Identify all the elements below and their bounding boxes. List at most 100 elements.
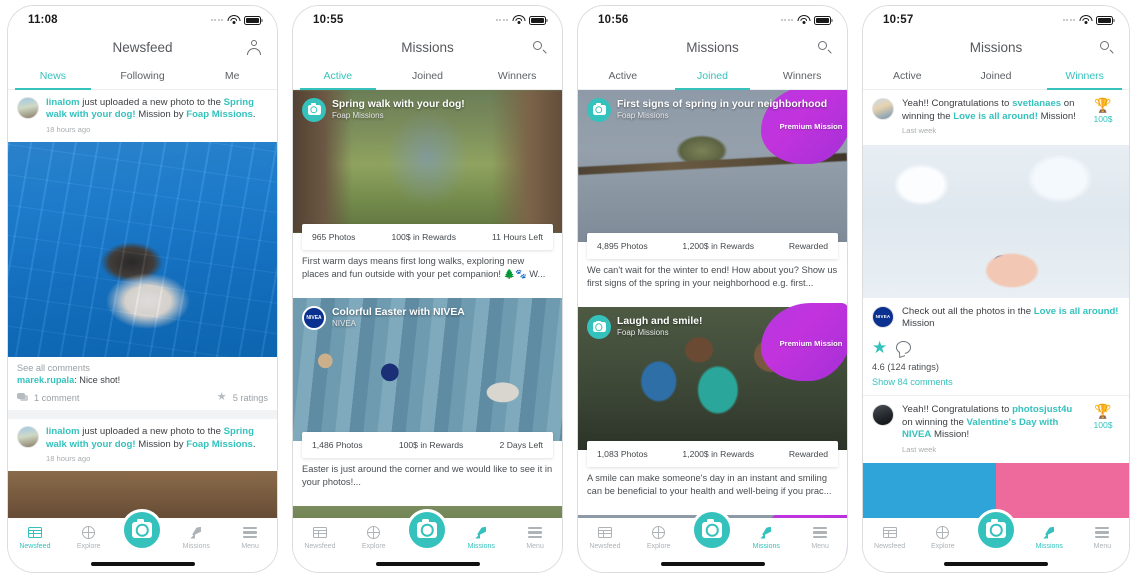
hamburger-icon xyxy=(1095,525,1110,540)
tabbar-item-missions[interactable]: Missions xyxy=(454,525,508,550)
status-bar: 10:56 xyxy=(578,6,847,32)
signal-dots-icon xyxy=(495,19,508,21)
star-icon: ★ xyxy=(216,391,227,404)
home-indicator xyxy=(944,562,1048,566)
missions-scroll-area[interactable]: Spring walk with your dog! Foap Missions… xyxy=(293,90,562,572)
mission-logo xyxy=(587,315,611,340)
winner-post[interactable]: Yeah!! Congratulations to photosjust4u o… xyxy=(863,395,1129,524)
avatar[interactable] xyxy=(872,403,894,426)
post-username[interactable]: linalom xyxy=(46,426,80,437)
tab-active[interactable]: Active xyxy=(293,62,383,90)
comment-username[interactable]: marek.rupala xyxy=(17,375,74,385)
rocket-icon xyxy=(474,525,488,540)
camera-button[interactable] xyxy=(121,509,164,551)
tabbar-item-explore[interactable]: Explore xyxy=(632,525,686,550)
rocket-icon xyxy=(759,525,773,540)
post-brand-link[interactable]: Foap Missions xyxy=(186,109,253,120)
winners-scroll-area[interactable]: Yeah!! Congratulations to svetlanaes on … xyxy=(863,90,1129,572)
feed-scroll-area[interactable]: linalom just uploaded a new photo to the… xyxy=(8,90,277,572)
tabbar-item-menu[interactable]: Menu xyxy=(793,525,847,550)
ratings-group[interactable]: ★ 5 ratings xyxy=(217,392,268,403)
tabbar-item-newsfeed[interactable]: Newsfeed xyxy=(8,525,62,550)
post-text-3: . xyxy=(252,109,256,121)
battery-icon xyxy=(1096,15,1115,25)
tab-winners[interactable]: Winners xyxy=(757,62,847,89)
avatar[interactable] xyxy=(17,426,39,449)
feed-post[interactable]: linalom just uploaded a new photo to the… xyxy=(8,90,277,411)
rate-star-icon[interactable]: ★ xyxy=(872,339,887,356)
tabbar-item-explore[interactable]: Explore xyxy=(62,525,116,550)
tabbar-item-menu[interactable]: Menu xyxy=(1076,525,1129,550)
missions-scroll-area[interactable]: Premium Mission First signs of spring in… xyxy=(578,90,847,572)
caption-post: Mission xyxy=(902,318,935,330)
caption-mission-link[interactable]: Love is all around! xyxy=(1034,306,1119,317)
search-button[interactable] xyxy=(530,38,548,56)
device-screen: 10:57 Missions Active Joined Winners Yea… xyxy=(863,6,1129,572)
mission-header: Spring walk with your dog! Foap Missions xyxy=(302,98,465,122)
mission-sponsor: Foap Missions xyxy=(332,111,384,120)
winner-actions: ★ xyxy=(863,333,1129,356)
winner-rating: 4.6 (124 ratings) xyxy=(872,361,939,372)
tab-active[interactable]: Active xyxy=(863,62,952,89)
camera-button[interactable] xyxy=(691,509,734,551)
tabbar-item-newsfeed[interactable]: Newsfeed xyxy=(293,525,347,550)
mission-card[interactable]: Premium Mission Laugh and smile! Foap Mi… xyxy=(578,303,847,508)
nav-bar: Missions xyxy=(578,32,847,62)
post-header: linalom just uploaded a new photo to the… xyxy=(8,419,277,471)
show-comments-link[interactable]: Show 84 comments xyxy=(863,372,1129,395)
winner-photo[interactable] xyxy=(863,144,1129,298)
winner-mission-link[interactable]: Love is all around! xyxy=(953,111,1038,122)
winner-username[interactable]: photosjust4u xyxy=(1012,404,1072,415)
tabbar-item-missions[interactable]: Missions xyxy=(169,525,223,550)
mission-title: Laugh and smile! xyxy=(617,316,703,328)
winner-post[interactable]: Yeah!! Congratulations to svetlanaes on … xyxy=(863,90,1129,396)
mission-card[interactable]: NIVEA Colorful Easter with NIVEA NIVEA 1… xyxy=(293,298,562,499)
mission-card[interactable]: Spring walk with your dog! Foap Missions… xyxy=(293,90,562,291)
tab-joined[interactable]: Joined xyxy=(383,62,473,89)
status-time: 11:08 xyxy=(28,14,58,26)
mission-status: 11 Hours Left xyxy=(492,232,543,242)
post-brand-link[interactable]: Foap Missions xyxy=(186,439,253,450)
tab-news[interactable]: News xyxy=(8,62,98,90)
tab-joined[interactable]: Joined xyxy=(952,62,1041,89)
post-photo[interactable] xyxy=(8,142,277,358)
tab-winners[interactable]: Winners xyxy=(1040,62,1129,90)
comment-bubble-icon[interactable] xyxy=(896,340,912,354)
comment-count: 1 comment xyxy=(34,392,80,403)
tab-following[interactable]: Following xyxy=(98,62,188,89)
tabbar-item-newsfeed[interactable]: Newsfeed xyxy=(578,525,632,550)
mission-title: Colorful Easter with NIVEA xyxy=(332,307,465,319)
profile-button[interactable] xyxy=(245,38,263,56)
post-username[interactable]: linalom xyxy=(46,97,80,108)
tab-active[interactable]: Active xyxy=(578,62,668,89)
brand-avatar[interactable]: NIVEA xyxy=(872,305,894,328)
tab-me[interactable]: Me xyxy=(187,62,277,89)
tabbar-item-menu[interactable]: Menu xyxy=(223,525,277,550)
mission-logo: NIVEA xyxy=(302,306,326,331)
search-button[interactable] xyxy=(1097,38,1115,56)
tabbar-item-explore[interactable]: Explore xyxy=(916,525,969,550)
search-button[interactable] xyxy=(815,38,833,56)
tabbar-label: Menu xyxy=(811,543,829,550)
avatar[interactable] xyxy=(872,98,894,120)
winner-username[interactable]: svetlanaes xyxy=(1012,98,1061,109)
camera-button[interactable] xyxy=(975,509,1017,551)
tab-winners[interactable]: Winners xyxy=(472,62,562,89)
search-icon xyxy=(817,40,832,54)
avatar[interactable] xyxy=(17,97,39,119)
see-all-comments-link[interactable]: See all comments xyxy=(17,363,268,373)
tabbar-label: Menu xyxy=(526,543,544,550)
mission-stats: 1,486 Photos 100$ in Rewards 2 Days Left xyxy=(302,432,553,459)
camera-button[interactable] xyxy=(406,509,449,551)
tab-joined[interactable]: Joined xyxy=(668,62,758,90)
tabbar-item-missions[interactable]: Missions xyxy=(1023,525,1076,550)
status-time: 10:57 xyxy=(883,14,914,26)
tabbar-item-newsfeed[interactable]: Newsfeed xyxy=(863,525,916,550)
mission-card[interactable]: Premium Mission First signs of spring in… xyxy=(578,90,847,300)
segment-tabs: News Following Me xyxy=(8,62,277,90)
tabbar-item-missions[interactable]: Missions xyxy=(739,525,793,550)
tabbar-item-menu[interactable]: Menu xyxy=(508,525,562,550)
tabbar-item-explore[interactable]: Explore xyxy=(347,525,401,550)
tabbar-label: Missions xyxy=(467,543,495,550)
comment-count-group[interactable]: 1 comment xyxy=(17,393,79,403)
